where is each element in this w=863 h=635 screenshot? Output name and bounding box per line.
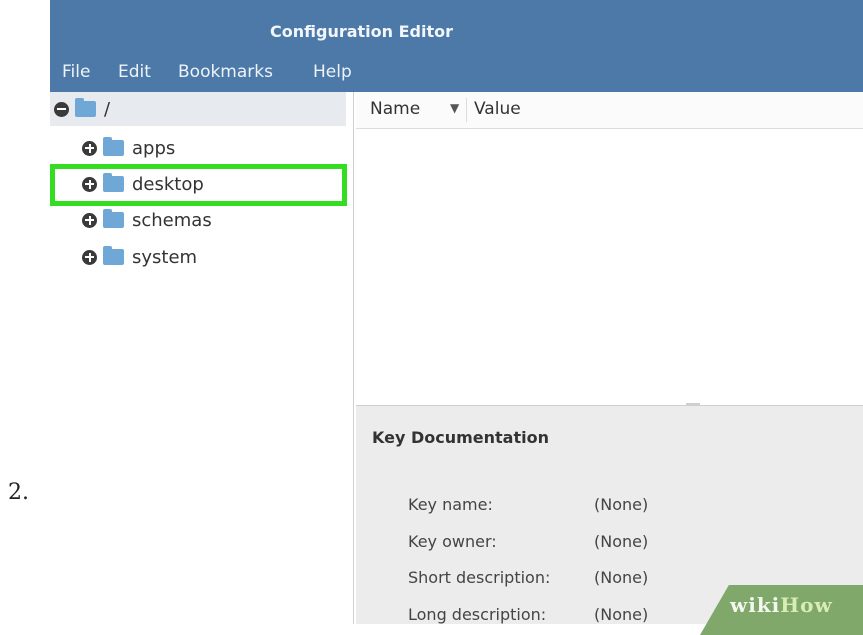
- column-header-name[interactable]: Name: [370, 99, 420, 119]
- doc-label-short-description: Short description:: [408, 568, 551, 587]
- menu-bookmarks[interactable]: Bookmarks: [178, 62, 273, 82]
- splitter-handle[interactable]: [686, 403, 700, 406]
- folder-icon: [103, 246, 124, 265]
- expander-minus-icon[interactable]: [54, 101, 69, 117]
- doc-label-key-owner: Key owner:: [408, 532, 497, 551]
- menu-file[interactable]: File: [62, 62, 90, 82]
- doc-value-short-description: (None): [594, 568, 649, 587]
- doc-label-key-name: Key name:: [408, 495, 493, 514]
- column-header-value[interactable]: Value: [474, 99, 521, 119]
- doc-title: Key Documentation: [372, 428, 549, 447]
- expander-plus-icon[interactable]: [82, 249, 97, 265]
- tree-item-label: /: [104, 98, 111, 120]
- watermark-part-1: wiki: [730, 593, 781, 617]
- tree-item-system[interactable]: system: [82, 241, 197, 273]
- key-value-list: Name ▼ Value: [356, 92, 863, 402]
- doc-label-long-description: Long description:: [408, 605, 547, 624]
- window-title: Configuration Editor: [270, 22, 453, 41]
- folder-icon: [103, 209, 124, 228]
- expander-plus-icon[interactable]: [82, 212, 97, 228]
- menu-bar: File Edit Bookmarks Help: [50, 58, 863, 92]
- step-number: 2.: [8, 480, 29, 505]
- configuration-editor-window: Configuration Editor File Edit Bookmarks…: [50, 0, 863, 624]
- expander-plus-icon[interactable]: [82, 140, 97, 156]
- doc-value-long-description: (None): [594, 605, 649, 624]
- folder-icon: [75, 98, 96, 117]
- watermark-part-2: How: [780, 593, 833, 617]
- list-header: Name ▼ Value: [356, 92, 863, 129]
- folder-icon: [103, 137, 124, 156]
- menu-help[interactable]: Help: [313, 62, 352, 82]
- wikihow-watermark: wikiHow: [730, 593, 833, 617]
- tree-item-label: schemas: [132, 209, 212, 231]
- title-bar: Configuration Editor: [50, 0, 863, 58]
- doc-value-key-owner: (None): [594, 532, 649, 551]
- tree-item-label: apps: [132, 137, 176, 159]
- doc-value-key-name: (None): [594, 495, 649, 514]
- column-separator[interactable]: [466, 98, 467, 122]
- tree-item-schemas[interactable]: schemas: [82, 204, 212, 236]
- highlight-box: [50, 164, 347, 206]
- sort-down-icon[interactable]: ▼: [450, 101, 459, 115]
- tree-item-root[interactable]: /: [50, 92, 346, 126]
- tree-item-label: system: [132, 246, 198, 268]
- menu-edit[interactable]: Edit: [118, 62, 151, 82]
- tree-item-apps[interactable]: apps: [82, 132, 175, 164]
